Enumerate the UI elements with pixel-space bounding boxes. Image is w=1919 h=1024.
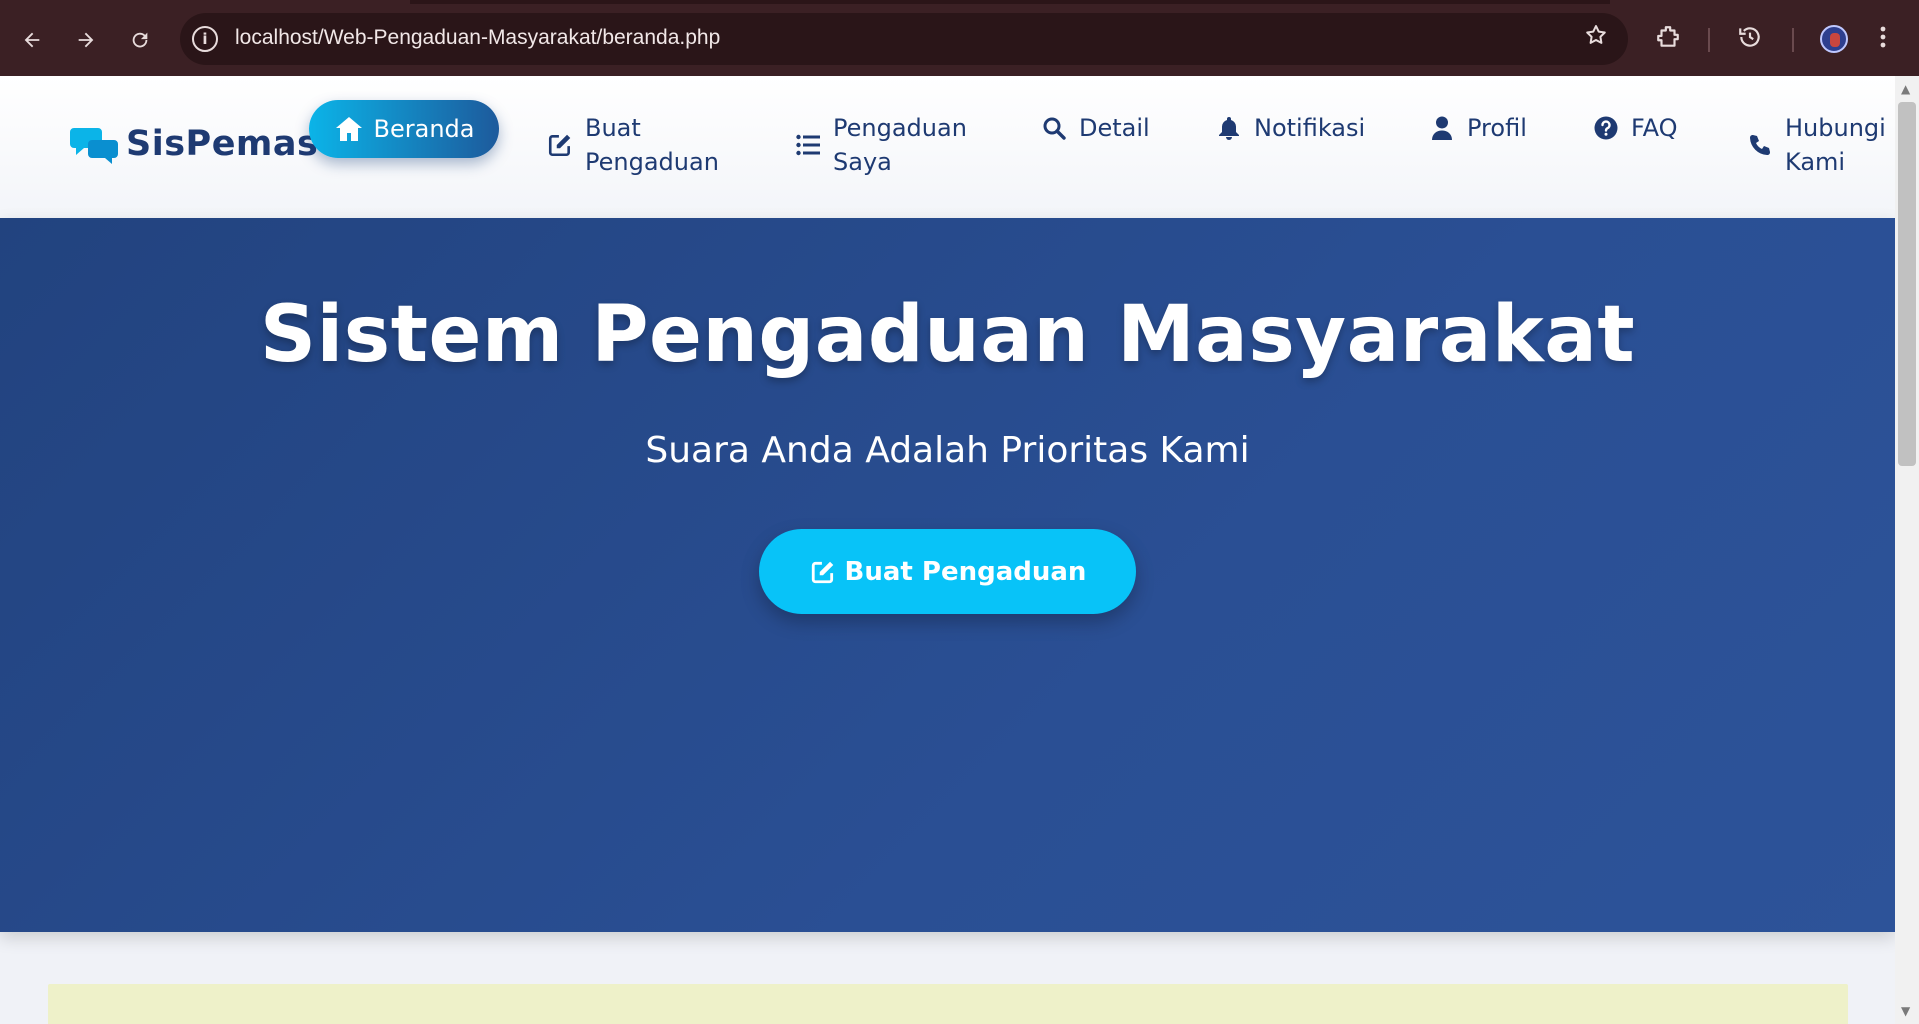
- nav-item-hubungi-kami[interactable]: Hubungi Kami: [1745, 111, 1886, 179]
- kebab-menu-icon[interactable]: [1878, 24, 1888, 57]
- star-icon[interactable]: [1584, 23, 1608, 54]
- page-scrollbar[interactable]: ▲ ▼: [1895, 76, 1919, 1024]
- list-icon: [793, 128, 823, 162]
- nav-item-notifikasi[interactable]: Notifikasi: [1214, 111, 1365, 145]
- nav-item-label: Saya: [833, 148, 892, 176]
- reload-icon: [132, 32, 148, 48]
- nav-item-label: Buat: [585, 114, 641, 142]
- page-viewport: SisPemas Beranda Buat Pengaduan Pengadua…: [0, 76, 1895, 1024]
- nav-item-label: Pengaduan: [585, 148, 719, 176]
- toolbar-separator: [1792, 28, 1794, 52]
- puzzle-icon[interactable]: [1655, 24, 1681, 57]
- user-icon: [1427, 111, 1457, 145]
- toolbar-separator: [1708, 28, 1710, 52]
- scroll-up-arrow-icon[interactable]: ▲: [1901, 82, 1910, 96]
- nav-item-label: Pengaduan: [833, 114, 967, 142]
- arrow-right-icon: [78, 32, 94, 48]
- forward-button[interactable]: [68, 22, 104, 58]
- brand-name: SisPemas: [126, 124, 319, 164]
- nav-item-beranda[interactable]: Beranda: [309, 100, 499, 158]
- nav-item-label: Profil: [1467, 114, 1527, 142]
- nav-item-detail[interactable]: Detail: [1039, 111, 1150, 145]
- nav-item-label: Kami: [1785, 148, 1846, 176]
- nav-item-faq[interactable]: FAQ: [1591, 111, 1678, 145]
- bell-icon: [1214, 111, 1244, 145]
- address-bar[interactable]: i localhost/Web-Pengaduan-Masyarakat/ber…: [180, 13, 1628, 65]
- hero-section: Sistem Pengaduan Masyarakat Suara Anda A…: [0, 218, 1895, 932]
- nav-item-label: FAQ: [1631, 114, 1678, 142]
- button-label: Buat Pengaduan: [844, 556, 1087, 587]
- arrow-left-icon: [24, 32, 40, 48]
- hero-subtitle: Suara Anda Adalah Prioritas Kami: [645, 430, 1250, 471]
- info-icon[interactable]: i: [192, 26, 218, 52]
- phone-icon: [1745, 128, 1775, 162]
- edit-icon: [545, 128, 575, 162]
- nav-item-label: Detail: [1079, 114, 1150, 142]
- search-icon: [1039, 111, 1069, 145]
- buat-pengaduan-button[interactable]: Buat Pengaduan: [759, 529, 1136, 614]
- scroll-down-arrow-icon[interactable]: ▼: [1901, 1004, 1910, 1018]
- history-icon[interactable]: [1737, 24, 1763, 57]
- site-navbar: SisPemas Beranda Buat Pengaduan Pengadua…: [0, 76, 1895, 218]
- nav-item-label: Hubungi: [1785, 114, 1886, 142]
- reload-button[interactable]: [122, 22, 158, 58]
- nav-item-pengaduan-saya[interactable]: Pengaduan Saya: [793, 111, 967, 179]
- home-icon: [334, 114, 364, 144]
- tab-strip: [410, 0, 1610, 4]
- back-button[interactable]: [14, 22, 50, 58]
- hero-title: Sistem Pengaduan Masyarakat: [259, 290, 1636, 380]
- edit-icon: [809, 558, 837, 586]
- nav-item-buat-pengaduan[interactable]: Buat Pengaduan: [545, 111, 719, 179]
- nav-item-label: Beranda: [373, 115, 475, 143]
- question-circle-icon: [1591, 111, 1621, 145]
- browser-toolbar: i localhost/Web-Pengaduan-Masyarakat/ber…: [0, 0, 1919, 76]
- brand-logo[interactable]: SisPemas: [70, 124, 318, 164]
- nav-item-profil[interactable]: Profil: [1427, 111, 1527, 145]
- url-text[interactable]: localhost/Web-Pengaduan-Masyarakat/beran…: [235, 26, 720, 50]
- scroll-thumb[interactable]: [1898, 102, 1916, 466]
- avatar[interactable]: [1820, 25, 1848, 53]
- notice-banner: [48, 984, 1848, 1024]
- nav-item-label: Notifikasi: [1254, 114, 1366, 142]
- comments-icon: [70, 124, 118, 164]
